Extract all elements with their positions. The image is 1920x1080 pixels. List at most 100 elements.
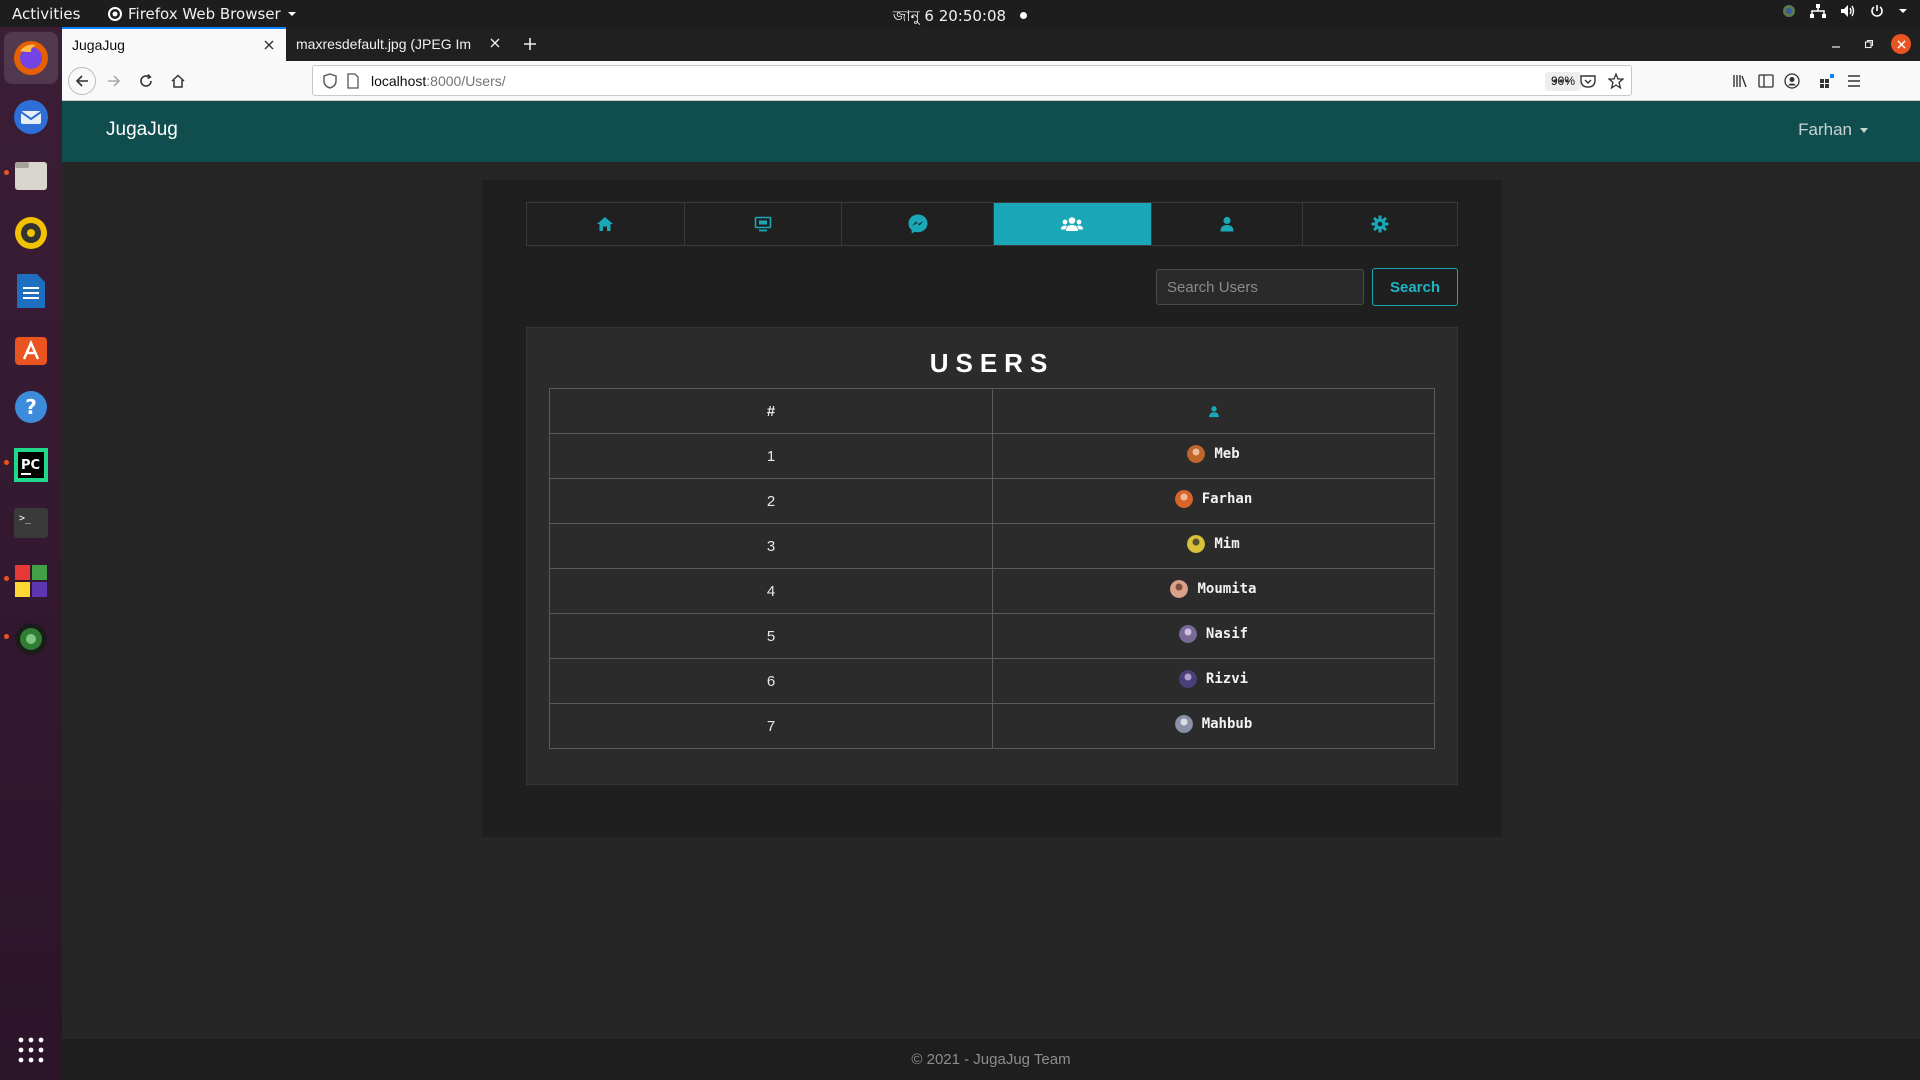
site-brand[interactable]: JugaJug <box>106 119 178 141</box>
row-number: 6 <box>549 658 993 704</box>
user-name: Nasif <box>1205 626 1249 642</box>
user-cell: Rizvi <box>992 658 1435 704</box>
users-icon <box>1061 217 1084 231</box>
sidebar-icon <box>1758 74 1774 88</box>
table-row: 7 Mahbub <box>549 703 1435 749</box>
running-indicator <box>4 634 9 639</box>
pocket-button[interactable] <box>1574 67 1602 95</box>
avatar <box>1187 535 1206 553</box>
bookmark-button[interactable] <box>1602 67 1630 95</box>
user-name: Farhan <box>1201 491 1253 507</box>
users-title: USERS <box>929 348 1055 378</box>
page-icon[interactable] <box>347 73 359 89</box>
row-number: 1 <box>549 433 993 479</box>
account-button[interactable] <box>1778 67 1806 95</box>
search-button[interactable]: Search <box>1372 268 1458 306</box>
users-table: # 1 Meb 2 Farhan 3 Mim 4 Moumita 5 Nasif… <box>549 388 1435 749</box>
svg-text:PC: PC <box>21 458 40 473</box>
help-icon[interactable]: ? <box>11 387 51 427</box>
system-tray[interactable] <box>1782 4 1908 18</box>
user-link[interactable]: Mahbub <box>1174 715 1252 733</box>
home-icon <box>597 217 614 231</box>
software-center-icon[interactable] <box>11 329 51 369</box>
windows-app-icon[interactable] <box>11 561 51 601</box>
user-dropdown[interactable]: Farhan <box>1798 120 1868 140</box>
caret-down-icon <box>1860 127 1868 133</box>
tab-feed[interactable] <box>684 203 843 245</box>
avatar <box>1178 625 1197 643</box>
hamburger-icon <box>1848 75 1860 87</box>
network-icon[interactable] <box>1810 4 1826 18</box>
restore-button[interactable] <box>1859 34 1879 54</box>
chevron-down-icon[interactable] <box>1898 7 1908 15</box>
library-icon <box>1733 75 1747 88</box>
close-icon[interactable] <box>260 36 278 54</box>
tab-settings[interactable] <box>1303 203 1457 245</box>
avatar <box>1174 490 1193 508</box>
user-cell: Mim <box>992 523 1435 569</box>
tab-maxresdefault[interactable]: maxresdefault.jpg (JPEG Im <box>286 27 512 61</box>
extensions-icon <box>1820 74 1834 88</box>
files-icon[interactable] <box>11 155 51 195</box>
show-apps-icon[interactable] <box>11 1030 51 1070</box>
site-navbar: JugaJug Farhan <box>62 101 1920 162</box>
user-cell: Meb <box>992 433 1435 479</box>
tab-home[interactable] <box>527 203 685 245</box>
user-name: Moumita <box>1197 581 1257 597</box>
user-link[interactable]: Nasif <box>1178 625 1249 643</box>
forward-button[interactable] <box>100 67 128 95</box>
firefox-icon[interactable] <box>11 38 51 78</box>
tab-profile[interactable] <box>1151 203 1304 245</box>
icon-tab-nav <box>526 202 1458 246</box>
user-link[interactable]: Rizvi <box>1178 670 1249 688</box>
url-text[interactable]: localhost:8000/Users/ <box>371 73 506 89</box>
firefox-window: JugaJug maxresdefault.jpg (JPEG Im local… <box>62 27 1920 1080</box>
user-name: Mim <box>1214 536 1240 552</box>
close-icon[interactable] <box>486 34 504 52</box>
user-link[interactable]: Moumita <box>1170 580 1257 598</box>
thunderbird-icon[interactable] <box>11 97 51 137</box>
search-users-input[interactable] <box>1156 269 1364 305</box>
app-menu-button[interactable] <box>1840 67 1868 95</box>
new-tab-button[interactable] <box>518 32 542 56</box>
reload-button[interactable] <box>132 67 160 95</box>
rhythmbox-icon[interactable] <box>11 213 51 253</box>
tab-bar: JugaJug maxresdefault.jpg (JPEG Im <box>62 27 1920 61</box>
avatar <box>1178 670 1197 688</box>
writer-icon[interactable] <box>11 271 51 311</box>
page-actions-button[interactable] <box>1547 67 1575 95</box>
reload-icon <box>140 74 152 87</box>
avatar <box>1174 715 1193 733</box>
shield-icon[interactable] <box>323 73 337 89</box>
tab-jugajug[interactable]: JugaJug <box>62 27 286 61</box>
pycharm-icon[interactable]: PC <box>11 445 51 485</box>
extensions-button[interactable] <box>1813 67 1841 95</box>
user-link[interactable]: Meb <box>1187 445 1240 463</box>
back-button[interactable] <box>68 67 96 95</box>
close-window-button[interactable] <box>1891 34 1911 54</box>
minimize-button[interactable] <box>1826 34 1846 54</box>
user-link[interactable]: Mim <box>1187 535 1240 553</box>
user-link[interactable]: Farhan <box>1174 490 1253 508</box>
forward-arrow-icon <box>108 75 121 87</box>
address-bar[interactable]: localhost:8000/Users/ 90% <box>312 65 1632 96</box>
camera-app-icon[interactable] <box>11 619 51 659</box>
star-icon <box>1608 73 1624 89</box>
account-icon <box>1784 73 1800 89</box>
user-name: Rizvi <box>1205 671 1249 687</box>
sidebar-button[interactable] <box>1752 67 1780 95</box>
svg-text:?: ? <box>25 395 37 419</box>
terminal-icon[interactable]: >_ <box>11 503 51 543</box>
notification-dot <box>1020 12 1028 19</box>
volume-icon[interactable] <box>1840 4 1856 18</box>
library-button[interactable] <box>1726 67 1754 95</box>
tab-users[interactable] <box>993 203 1152 245</box>
home-icon <box>171 74 185 88</box>
color-picker-icon[interactable] <box>1782 4 1796 18</box>
tab-messages[interactable] <box>842 203 994 245</box>
table-header-row: # <box>549 388 1435 434</box>
user-name: Meb <box>1214 446 1240 462</box>
user-icon <box>1220 216 1234 232</box>
power-icon[interactable] <box>1870 4 1884 18</box>
home-button[interactable] <box>164 67 192 95</box>
